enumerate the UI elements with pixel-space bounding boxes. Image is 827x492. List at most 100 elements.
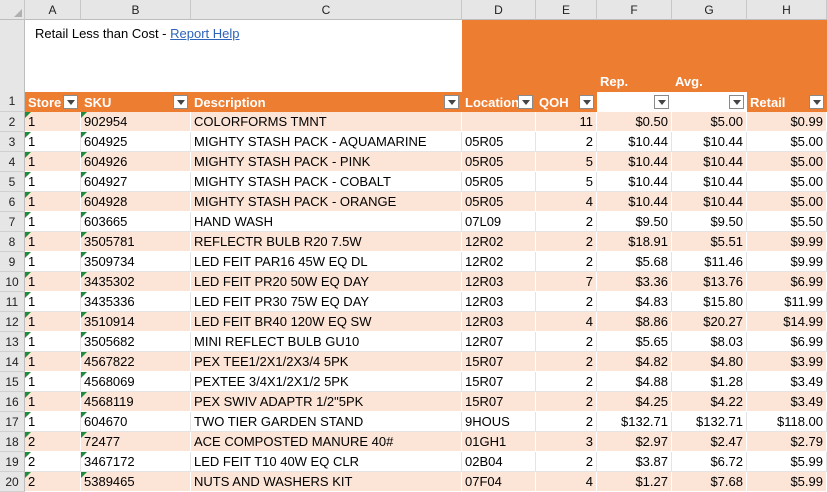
cell-avg[interactable]: $7.68 — [672, 472, 747, 492]
cell-store[interactable]: 1 — [25, 192, 81, 212]
report-help-link[interactable]: Report Help — [170, 26, 239, 41]
column-header-b[interactable]: B — [81, 0, 191, 20]
row-header[interactable]: 8 — [0, 232, 25, 252]
cell-retail[interactable]: $9.99 — [747, 252, 827, 272]
cell-loc[interactable]: 12R02 — [462, 252, 536, 272]
cell-retail[interactable]: $5.00 — [747, 192, 827, 212]
cell-qoh[interactable]: 2 — [536, 232, 597, 252]
cell-desc[interactable]: ACE COMPOSTED MANURE 40# — [191, 432, 462, 452]
cell-desc[interactable]: PEX TEE1/2X1/2X3/4 5PK — [191, 352, 462, 372]
cell-avg[interactable]: $5.00 — [672, 112, 747, 132]
cell-sku[interactable]: 4567822 — [81, 352, 191, 372]
cell-desc[interactable]: LED FEIT T10 40W EQ CLR — [191, 452, 462, 472]
cell-retail[interactable]: $11.99 — [747, 292, 827, 312]
cell-loc[interactable]: 12R07 — [462, 332, 536, 352]
cell-store[interactable]: 1 — [25, 132, 81, 152]
cell-avg[interactable]: $11.46 — [672, 252, 747, 272]
cell-avg[interactable]: $13.76 — [672, 272, 747, 292]
description-header[interactable]: Description — [191, 92, 462, 112]
cell-sku[interactable]: 3505781 — [81, 232, 191, 252]
cell-loc[interactable]: 15R07 — [462, 392, 536, 412]
cell-loc[interactable]: 05R05 — [462, 132, 536, 152]
cell-loc[interactable]: 05R05 — [462, 172, 536, 192]
cell-qoh[interactable]: 2 — [536, 252, 597, 272]
cell-rep[interactable]: $3.87 — [597, 452, 672, 472]
cell-rep[interactable]: $4.82 — [597, 352, 672, 372]
cell-avg[interactable]: $10.44 — [672, 172, 747, 192]
cell-rep[interactable]: $10.44 — [597, 192, 672, 212]
cell-avg[interactable]: $4.80 — [672, 352, 747, 372]
cell-avg[interactable]: $10.44 — [672, 192, 747, 212]
select-all-corner[interactable] — [0, 0, 25, 20]
cell-rep[interactable]: $8.86 — [597, 312, 672, 332]
cell-desc[interactable]: LED FEIT BR40 120W EQ SW — [191, 312, 462, 332]
cell-retail[interactable]: $5.99 — [747, 472, 827, 492]
cell-sku[interactable]: 3510914 — [81, 312, 191, 332]
cell-desc[interactable]: LED FEIT PR30 75W EQ DAY — [191, 292, 462, 312]
cell-rep[interactable]: $10.44 — [597, 172, 672, 192]
rep-cost-header[interactable]: Rep. Cost — [597, 72, 672, 112]
cell-avg[interactable]: $15.80 — [672, 292, 747, 312]
filter-dropdown-icon[interactable] — [579, 95, 594, 109]
row-header[interactable]: 5 — [0, 172, 25, 192]
cell-qoh[interactable]: 2 — [536, 412, 597, 432]
cell-sku[interactable]: 3509734 — [81, 252, 191, 272]
cell-desc[interactable]: PEXTEE 3/4X1/2X1/2 5PK — [191, 372, 462, 392]
cell-store[interactable]: 1 — [25, 292, 81, 312]
cell-qoh[interactable]: 2 — [536, 132, 597, 152]
cell-store[interactable]: 1 — [25, 112, 81, 132]
cell-sku[interactable]: 604927 — [81, 172, 191, 192]
cell-avg[interactable]: $6.72 — [672, 452, 747, 472]
cell-retail[interactable]: $118.00 — [747, 412, 827, 432]
cell-sku[interactable]: 604925 — [81, 132, 191, 152]
column-header-h[interactable]: H — [747, 0, 827, 20]
cell-retail[interactable]: $5.00 — [747, 152, 827, 172]
cell-retail[interactable]: $5.00 — [747, 172, 827, 192]
cell-qoh[interactable]: 5 — [536, 152, 597, 172]
row-header[interactable]: 6 — [0, 192, 25, 212]
cell-qoh[interactable]: 2 — [536, 292, 597, 312]
column-header-g[interactable]: G — [672, 0, 747, 20]
cell-sku[interactable]: 604670 — [81, 412, 191, 432]
cell-qoh[interactable]: 3 — [536, 432, 597, 452]
cell-qoh[interactable]: 2 — [536, 372, 597, 392]
row-header[interactable]: 16 — [0, 392, 25, 412]
cell-sku[interactable]: 3435336 — [81, 292, 191, 312]
cell-loc[interactable]: 12R03 — [462, 292, 536, 312]
cell-loc[interactable]: 02B04 — [462, 452, 536, 472]
cell-sku[interactable]: 4568119 — [81, 392, 191, 412]
row-header[interactable]: 9 — [0, 252, 25, 272]
cell-rep[interactable]: $0.50 — [597, 112, 672, 132]
cell-loc[interactable]: 01GH1 — [462, 432, 536, 452]
column-header-e[interactable]: E — [536, 0, 597, 20]
cell-rep[interactable]: $4.83 — [597, 292, 672, 312]
row-header[interactable]: 19 — [0, 452, 25, 472]
cell-retail[interactable]: $2.79 — [747, 432, 827, 452]
cell-qoh[interactable]: 2 — [536, 212, 597, 232]
cell-qoh[interactable]: 5 — [536, 172, 597, 192]
cell-retail[interactable]: $3.49 — [747, 372, 827, 392]
cell-rep[interactable]: $132.71 — [597, 412, 672, 432]
row-header[interactable]: 2 — [0, 112, 25, 132]
cell-qoh[interactable]: 2 — [536, 392, 597, 412]
cell-sku[interactable]: 4568069 — [81, 372, 191, 392]
cell-sku[interactable]: 604926 — [81, 152, 191, 172]
cell-retail[interactable]: $14.99 — [747, 312, 827, 332]
cell-desc[interactable]: MIGHTY STASH PACK - COBALT — [191, 172, 462, 192]
cell-avg[interactable]: $9.50 — [672, 212, 747, 232]
cell-avg[interactable]: $5.51 — [672, 232, 747, 252]
store-header[interactable]: Store — [25, 92, 81, 112]
cell-store[interactable]: 2 — [25, 452, 81, 472]
row-header[interactable]: 10 — [0, 272, 25, 292]
cell-retail[interactable]: $3.99 — [747, 352, 827, 372]
cell-store[interactable]: 1 — [25, 372, 81, 392]
cell-store[interactable]: 1 — [25, 412, 81, 432]
cell-avg[interactable]: $2.47 — [672, 432, 747, 452]
cell-desc[interactable]: MIGHTY STASH PACK - PINK — [191, 152, 462, 172]
cell-store[interactable]: 1 — [25, 312, 81, 332]
row-header[interactable]: 7 — [0, 212, 25, 232]
cell-rep[interactable]: $5.65 — [597, 332, 672, 352]
cell-avg[interactable]: $132.71 — [672, 412, 747, 432]
filter-dropdown-icon[interactable] — [444, 95, 459, 109]
cell-sku[interactable]: 603665 — [81, 212, 191, 232]
